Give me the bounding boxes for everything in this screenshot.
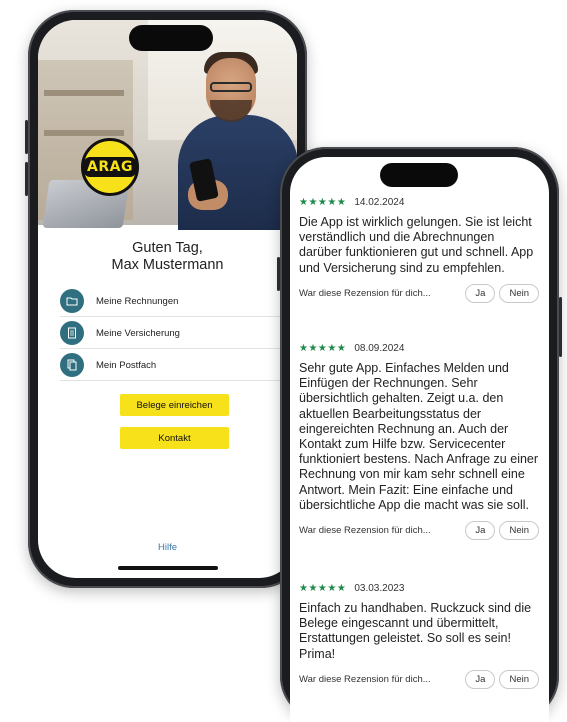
mail-document-icon <box>60 353 84 377</box>
helpful-yes-button[interactable]: Ja <box>465 521 496 541</box>
arag-logo: ARAG <box>81 138 139 196</box>
helpful-yes-button[interactable]: Ja <box>465 283 496 303</box>
home-indicator[interactable] <box>118 566 218 570</box>
menu-label: Meine Rechnungen <box>96 295 179 307</box>
phone-frame-right: ★★★★★ 14.02.2024 Die App ist wirklich ge… <box>277 147 562 722</box>
menu-item-versicherung[interactable]: Meine Versicherung <box>60 318 292 349</box>
app-screen-home: ARAG Guten Tag, Max Mustermann Meine Rec… <box>38 20 297 578</box>
volume-button <box>277 257 280 291</box>
review-date: 14.02.2024 <box>354 196 405 208</box>
review-date: 08.09.2024 <box>354 342 405 354</box>
review-text: Einfach zu handhaben. Ruckzuck sind die … <box>299 601 532 661</box>
review-card: ★★★★★ 08.09.2024 Sehr gute App. Einfache… <box>299 341 539 541</box>
contact-button[interactable]: Kontakt <box>120 427 229 449</box>
power-button <box>559 297 562 357</box>
review-card: ★★★★★ 03.03.2023 Einfach zu handhaben. R… <box>299 581 539 689</box>
review-card: ★★★★★ 14.02.2024 Die App ist wirklich ge… <box>299 195 539 303</box>
folder-icon <box>60 289 84 313</box>
helpful-question: War diese Rezension für dich... <box>299 673 431 685</box>
review-text: Die App ist wirklich gelungen. Sie ist l… <box>299 215 534 275</box>
upload-receipts-button[interactable]: Belege einreichen <box>120 394 229 416</box>
document-icon <box>60 321 84 345</box>
helpful-no-button[interactable]: Nein <box>499 283 539 303</box>
star-rating: ★★★★★ <box>299 342 347 354</box>
greeting-line1: Guten Tag, <box>132 240 203 256</box>
helpful-no-button[interactable]: Nein <box>499 669 539 689</box>
phone-frame-left: ARAG Guten Tag, Max Mustermann Meine Rec… <box>25 10 310 588</box>
dynamic-island <box>129 25 213 51</box>
review-date: 03.03.2023 <box>354 582 405 594</box>
star-rating: ★★★★★ <box>299 582 347 594</box>
help-link[interactable]: Hilfe <box>38 542 297 553</box>
helpful-no-button[interactable]: Nein <box>499 521 539 541</box>
review-text: Sehr gute App. Einfaches Melden und Einf… <box>299 361 539 512</box>
logo-text: ARAG <box>84 157 136 177</box>
app-screen-reviews: ★★★★★ 14.02.2024 Die App ist wirklich ge… <box>290 157 549 722</box>
helpful-yes-button[interactable]: Ja <box>465 669 496 689</box>
menu-label: Meine Versicherung <box>96 327 180 339</box>
menu-label: Mein Postfach <box>96 359 157 371</box>
greeting-name: Max Mustermann <box>111 257 224 273</box>
star-rating: ★★★★★ <box>299 196 347 208</box>
volume-button <box>25 162 28 196</box>
helpful-question: War diese Rezension für dich... <box>299 287 431 299</box>
menu-item-rechnungen[interactable]: Meine Rechnungen <box>60 286 292 317</box>
menu-item-postfach[interactable]: Mein Postfach <box>60 350 292 381</box>
helpful-question: War diese Rezension für dich... <box>299 525 431 537</box>
volume-button <box>25 120 28 154</box>
dynamic-island <box>380 163 458 187</box>
